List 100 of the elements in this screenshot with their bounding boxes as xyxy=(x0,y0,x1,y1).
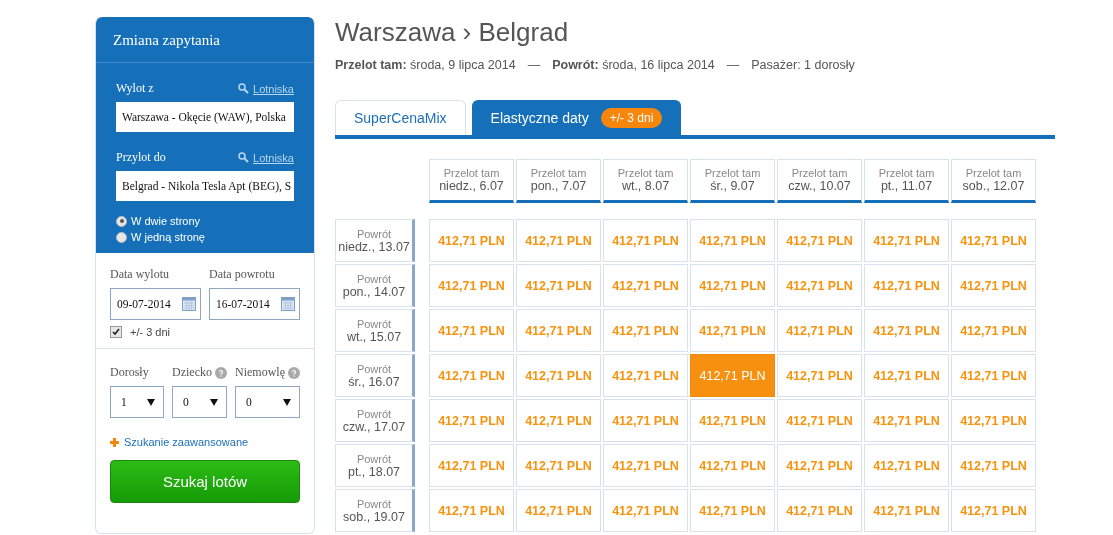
price-cell[interactable]: 412,71 PLN xyxy=(864,219,949,262)
price-cell[interactable]: 412,71 PLN xyxy=(777,219,862,262)
price-cell[interactable]: 412,71 PLN xyxy=(690,399,775,442)
price-cell[interactable]: 412,71 PLN xyxy=(429,354,514,397)
help-icon[interactable] xyxy=(288,366,300,379)
price-cell[interactable]: 412,71 PLN xyxy=(429,219,514,262)
price-cell[interactable]: 412,71 PLN xyxy=(864,309,949,352)
field-label: Dorosły xyxy=(110,365,149,380)
price-cell[interactable]: 412,71 PLN xyxy=(603,444,688,487)
price-cell[interactable]: 412,71 PLN xyxy=(429,309,514,352)
price-cell[interactable]: 412,71 PLN xyxy=(516,399,601,442)
date-field[interactable]: 16-07-2014 xyxy=(209,288,300,320)
price-cell[interactable]: 412,71 PLN xyxy=(951,354,1036,397)
price-cell[interactable]: 412,71 PLN xyxy=(429,399,514,442)
price-cell[interactable]: 412,71 PLN xyxy=(951,219,1036,262)
airport-field[interactable]: Warszawa - Okęcie (WAW), Polska xyxy=(116,102,294,132)
price-cell[interactable]: 412,71 PLN xyxy=(429,489,514,532)
tab-label: SuperCenaMix xyxy=(354,110,447,126)
price-cell[interactable]: 412,71 PLN xyxy=(864,354,949,397)
row-label: Powrót xyxy=(356,452,392,465)
price-cell[interactable]: 412,71 PLN xyxy=(429,444,514,487)
calendar-icon[interactable] xyxy=(281,297,295,311)
panel-title: Zmiana zapytania xyxy=(96,17,314,63)
price-cell[interactable]: 412,71 PLN xyxy=(516,219,601,262)
row-date: sob., 19.07 xyxy=(343,509,405,524)
price-cell[interactable]: 412,71 PLN xyxy=(951,309,1036,352)
search-button[interactable]: Szukaj lotów xyxy=(110,460,300,503)
airports-link[interactable]: Lotniska xyxy=(238,151,294,164)
price-cell[interactable]: 412,71 PLN xyxy=(951,444,1036,487)
tab[interactable]: Elastyczne daty +/- 3 dni xyxy=(471,100,682,135)
date-field[interactable]: 09-07-2014 xyxy=(110,288,201,320)
price-cell[interactable]: 412,71 PLN xyxy=(690,264,775,307)
price-cell[interactable]: 412,71 PLN xyxy=(777,309,862,352)
row-date: czw., 17.07 xyxy=(342,419,406,434)
caret-icon xyxy=(210,398,218,406)
price-cell[interactable]: 412,71 PLN xyxy=(777,489,862,532)
price-cell[interactable]: 412,71 PLN xyxy=(690,219,775,262)
price-cell[interactable]: 412,71 PLN xyxy=(603,399,688,442)
plus-icon xyxy=(110,437,119,447)
price-cell[interactable]: 412,71 PLN xyxy=(603,219,688,262)
price-cell[interactable]: 412,71 PLN xyxy=(951,264,1036,307)
column-date: czw., 10.07 xyxy=(788,179,851,193)
help-icon[interactable] xyxy=(215,366,227,379)
price-cell[interactable]: 412,71 PLN xyxy=(864,489,949,532)
column-date: wt., 8.07 xyxy=(621,179,670,193)
radio-button[interactable] xyxy=(116,231,127,243)
separator: — xyxy=(726,58,740,72)
price-cell[interactable]: 412,71 PLN xyxy=(864,444,949,487)
row-label: Powrót xyxy=(356,497,392,510)
passenger-select[interactable]: 0 xyxy=(235,386,300,418)
column-label: Przelot tam xyxy=(617,167,674,179)
advanced-search-link[interactable]: Szukanie zaawansowane xyxy=(110,436,300,448)
price-cell[interactable]: 412,71 PLN xyxy=(516,444,601,487)
price-cell[interactable]: 412,71 PLN xyxy=(777,444,862,487)
field-label: Data wylotu xyxy=(110,267,170,282)
price-cell[interactable]: 412,71 PLN xyxy=(603,264,688,307)
radio-button[interactable] xyxy=(116,215,127,227)
airport-field[interactable]: Belgrad - Nikola Tesla Apt (BEG), S xyxy=(116,171,294,201)
calendar-icon[interactable] xyxy=(182,297,196,311)
column-label: Przelot tam xyxy=(530,167,587,179)
price-cell[interactable]: 412,71 PLN xyxy=(516,354,601,397)
price-cell[interactable]: 412,71 PLN xyxy=(864,264,949,307)
field-label: Data powrotu xyxy=(209,267,276,282)
price-cell[interactable]: 412,71 PLN xyxy=(429,264,514,307)
price-cell[interactable]: 412,71 PLN xyxy=(864,399,949,442)
passenger-select[interactable]: 1 xyxy=(110,386,164,418)
price-cell[interactable]: 412,71 PLN xyxy=(516,264,601,307)
price-cell[interactable]: 412,71 PLN xyxy=(603,309,688,352)
price-cell[interactable]: 412,71 PLN xyxy=(951,399,1036,442)
price-cell[interactable]: 412,71 PLN xyxy=(603,489,688,532)
price-cell[interactable]: 412,71 PLN xyxy=(516,489,601,532)
tab-badge: +/- 3 dni xyxy=(600,108,663,128)
price-cell[interactable]: 412,71 PLN xyxy=(951,489,1036,532)
column-date: pt., 11.07 xyxy=(880,179,933,193)
price-cell[interactable]: 412,71 PLN xyxy=(690,309,775,352)
checkbox[interactable] xyxy=(110,326,122,338)
field-label: Dziecko xyxy=(172,365,212,380)
row-label: Powrót xyxy=(356,362,392,375)
row-label: Powrót xyxy=(356,272,392,285)
price-cell[interactable]: 412,71 PLN xyxy=(690,354,775,397)
separator: — xyxy=(527,58,541,72)
passenger-select[interactable]: 0 xyxy=(172,386,227,418)
row-date: niedz., 13.07 xyxy=(338,239,410,254)
tab[interactable]: SuperCenaMix xyxy=(335,100,466,135)
price-cell[interactable]: 412,71 PLN xyxy=(516,309,601,352)
price-cell[interactable]: 412,71 PLN xyxy=(777,399,862,442)
price-cell[interactable]: 412,71 PLN xyxy=(690,444,775,487)
search-icon xyxy=(238,83,249,94)
airports-link[interactable]: Lotniska xyxy=(238,82,294,95)
route-heading: Warszawa › Belgrad xyxy=(335,17,570,48)
price-cell[interactable]: 412,71 PLN xyxy=(777,264,862,307)
price-cell[interactable]: 412,71 PLN xyxy=(690,489,775,532)
column-date: niedz., 6.07 xyxy=(439,179,504,193)
caret-icon xyxy=(147,398,155,406)
column-label: Przelot tam xyxy=(443,167,500,179)
price-cell[interactable]: 412,71 PLN xyxy=(603,354,688,397)
price-cell[interactable]: 412,71 PLN xyxy=(777,354,862,397)
column-label: Przelot tam xyxy=(791,167,848,179)
check-icon xyxy=(112,328,120,336)
column-date: pon., 7.07 xyxy=(530,179,587,193)
